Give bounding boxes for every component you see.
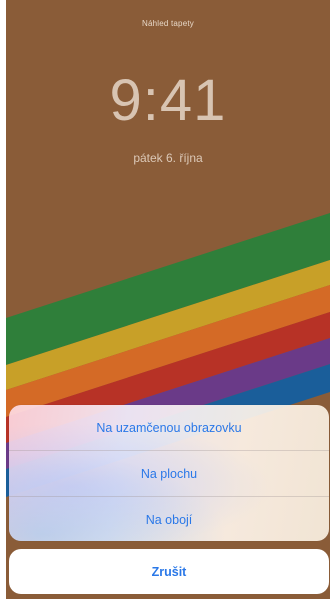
set-wallpaper-action-sheet: Na uzamčenou obrazovku Na plochu Na oboj… — [9, 405, 329, 541]
phone-screen: Náhled tapety 9:41 pátek 6. října Na uza… — [0, 0, 330, 599]
cancel-button[interactable]: Zrušit — [9, 549, 329, 594]
lock-screen-date: pátek 6. října — [133, 151, 203, 165]
lock-screen-clock: 9:41 — [109, 68, 227, 133]
set-both-button[interactable]: Na obojí — [9, 497, 329, 541]
preview-title: Náhled tapety — [142, 19, 194, 28]
set-home-screen-button[interactable]: Na plochu — [9, 451, 329, 497]
set-lock-screen-button[interactable]: Na uzamčenou obrazovku — [9, 405, 329, 451]
